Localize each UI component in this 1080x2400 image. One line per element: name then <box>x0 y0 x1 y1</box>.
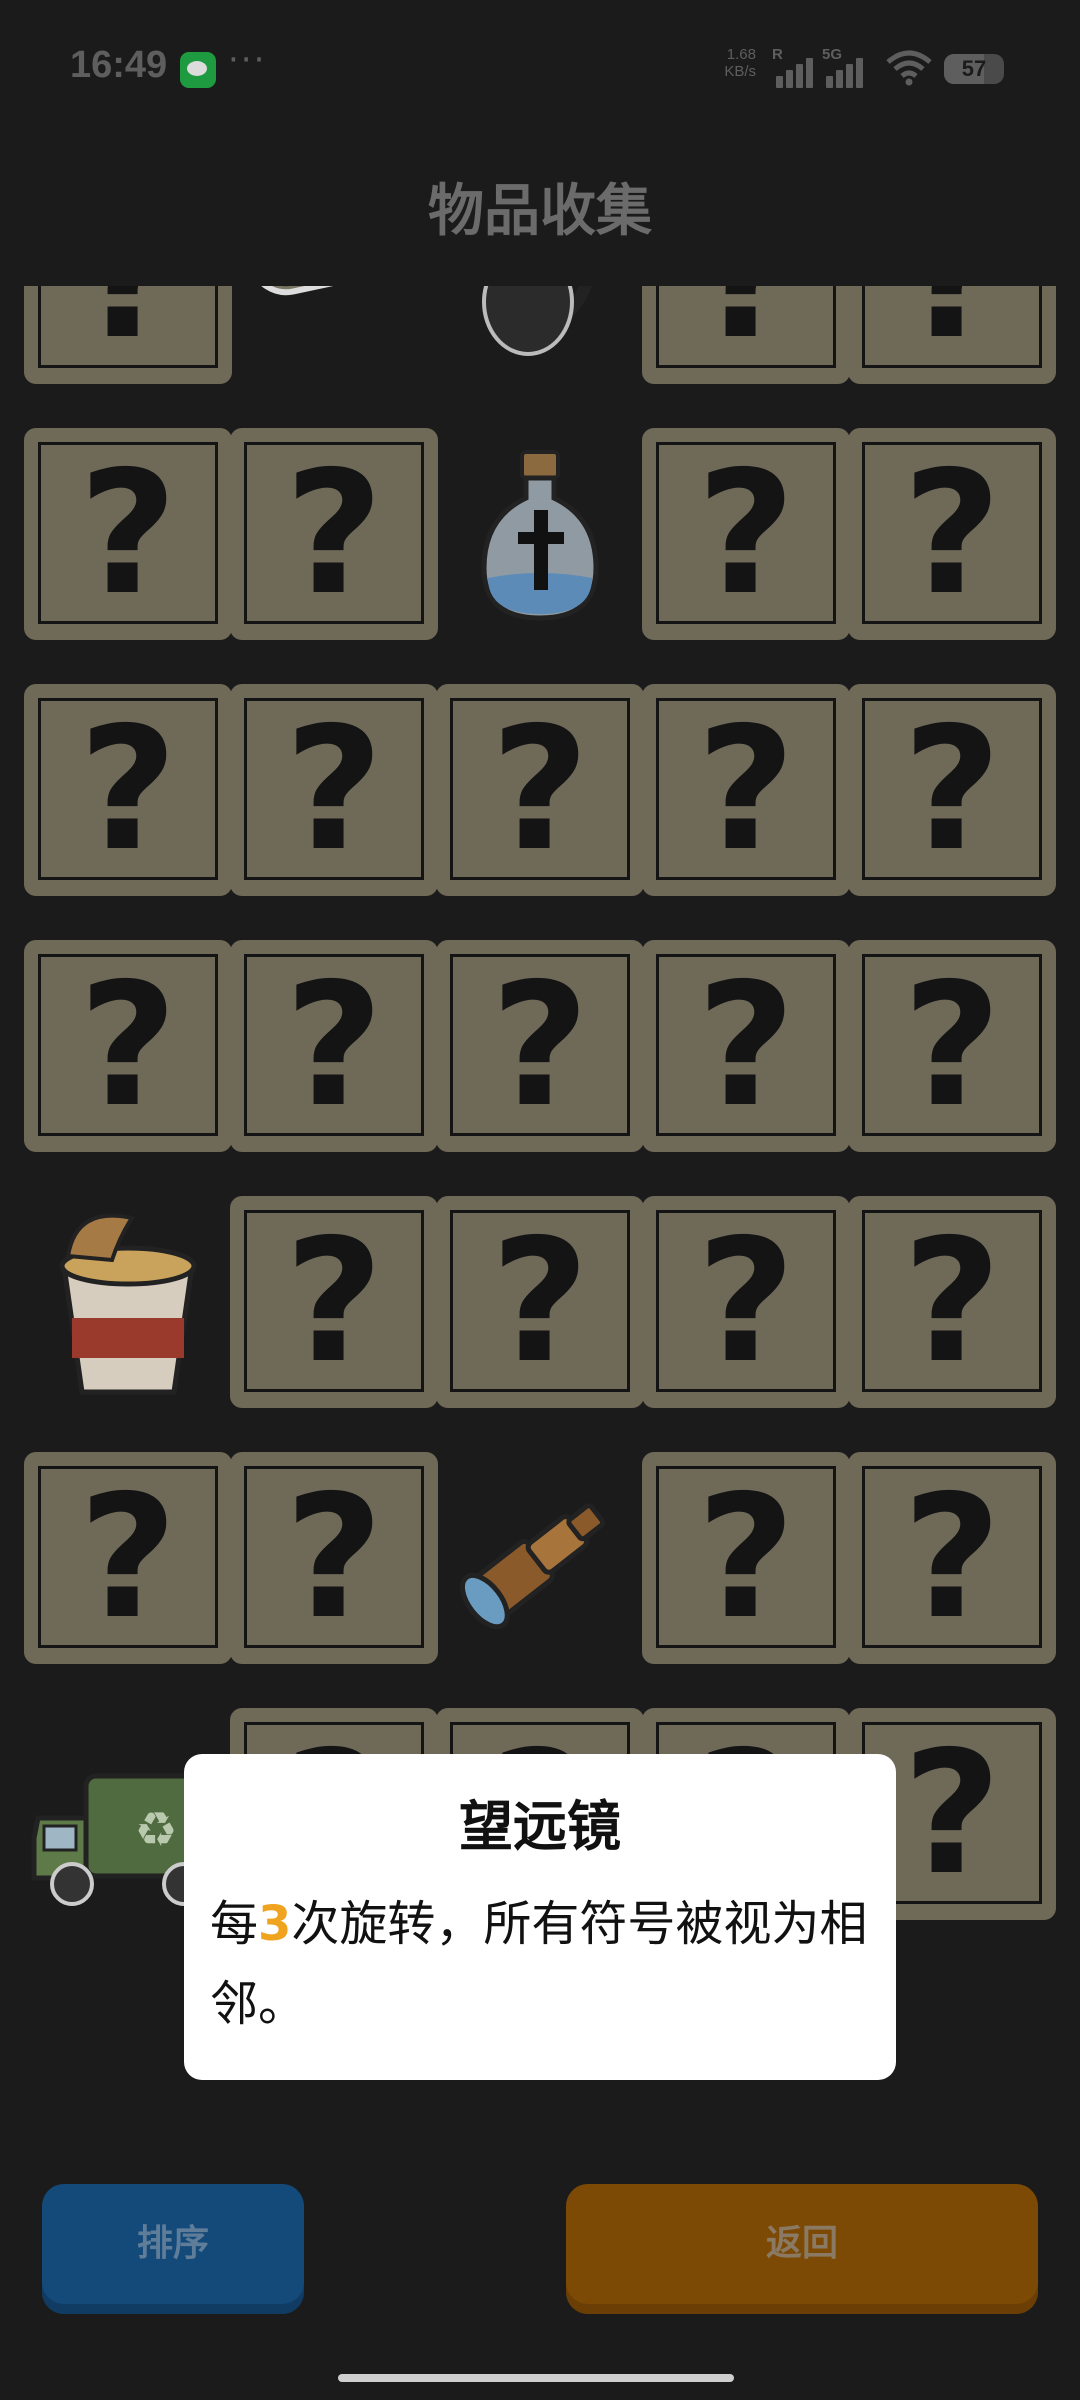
unknown-item-card[interactable]: ? <box>230 1196 438 1408</box>
question-mark-icon: ? <box>490 947 590 1145</box>
tooltip-description: 每3次旋转，所有符号被视为相邻。 <box>210 1884 870 2044</box>
question-mark-icon: ? <box>284 435 384 633</box>
question-mark-icon: ? <box>902 435 1002 633</box>
unknown-item-card[interactable]: ? <box>848 286 1056 384</box>
item-card-black-cat[interactable] <box>436 286 644 384</box>
item-card-instant-noodles[interactable] <box>24 1196 232 1408</box>
question-mark-icon: ? <box>902 947 1002 1145</box>
instant-noodles-icon <box>24 1196 232 1408</box>
unknown-item-card[interactable]: ? <box>642 684 850 896</box>
question-mark-icon: ? <box>902 1203 1002 1401</box>
question-mark-icon: ? <box>902 1459 1002 1657</box>
unknown-item-card[interactable]: ? <box>642 286 850 384</box>
question-mark-icon: ? <box>490 1203 590 1401</box>
question-mark-icon: ? <box>284 1459 384 1657</box>
unknown-item-card[interactable]: ? <box>436 1196 644 1408</box>
item-card-conveyor-belt[interactable] <box>230 286 438 384</box>
unknown-item-card[interactable]: ? <box>642 1196 850 1408</box>
question-mark-icon: ? <box>284 691 384 889</box>
unknown-item-card[interactable]: ? <box>642 428 850 640</box>
unknown-item-card[interactable]: ? <box>24 1452 232 1664</box>
question-mark-icon: ? <box>696 947 796 1145</box>
question-mark-icon: ? <box>78 435 178 633</box>
black-cat-icon <box>436 286 644 384</box>
unknown-item-card[interactable]: ? <box>24 286 232 384</box>
tooltip-desc-prefix: 每 <box>210 1896 259 1952</box>
question-mark-icon: ? <box>848 286 1056 384</box>
svg-text:♻: ♻ <box>134 1802 177 1858</box>
status-bar: 16:49 ··· 1.68 KB/s R 5G 57 <box>0 0 1080 140</box>
signal-icon: R <box>770 46 820 88</box>
item-tooltip: 望远镜 每3次旋转，所有符号被视为相邻。 <box>184 1754 896 2080</box>
page-title: 物品收集 <box>428 179 652 244</box>
question-mark-icon: ? <box>78 691 178 889</box>
back-button[interactable]: 返回 <box>566 2184 1038 2314</box>
signal-tag: R <box>772 46 783 63</box>
question-mark-icon: ? <box>696 1459 796 1657</box>
battery-indicator: 57 <box>944 54 1004 84</box>
unknown-item-card[interactable]: ? <box>436 684 644 896</box>
wifi-icon <box>886 50 932 86</box>
more-notifications-icon: ··· <box>228 40 267 80</box>
unknown-item-card[interactable]: ? <box>642 940 850 1152</box>
home-indicator[interactable] <box>338 2374 734 2382</box>
telescope-icon <box>436 1452 644 1664</box>
status-time: 16:49 <box>70 44 168 86</box>
signal-5g-icon: 5G <box>820 46 870 88</box>
unknown-item-card[interactable]: ? <box>848 428 1056 640</box>
conveyor-belt-icon <box>230 286 438 384</box>
unknown-item-card[interactable]: ? <box>230 428 438 640</box>
sort-button[interactable]: 排序 <box>42 2184 304 2314</box>
question-mark-icon: ? <box>78 947 178 1145</box>
unknown-item-card[interactable]: ? <box>848 1196 1056 1408</box>
tooltip-desc-suffix: 次旋转，所有符号被视为相邻。 <box>210 1896 868 2032</box>
unknown-item-card[interactable]: ? <box>642 1452 850 1664</box>
unknown-item-card[interactable]: ? <box>848 940 1056 1152</box>
question-mark-icon: ? <box>696 435 796 633</box>
question-mark-icon: ? <box>284 1203 384 1401</box>
holy-water-bottle-icon <box>436 428 644 640</box>
question-mark-icon: ? <box>642 286 850 384</box>
unknown-item-card[interactable]: ? <box>230 940 438 1152</box>
item-card-holy-water-bottle[interactable] <box>436 428 644 640</box>
question-mark-icon: ? <box>24 286 232 384</box>
battery-level: 57 <box>961 56 987 81</box>
unknown-item-card[interactable]: ? <box>230 684 438 896</box>
unknown-item-card[interactable]: ? <box>230 1452 438 1664</box>
unknown-item-card[interactable]: ? <box>24 940 232 1152</box>
network-speed: 1.68 KB/s <box>712 46 756 80</box>
tooltip-desc-number: 3 <box>258 1896 292 1952</box>
question-mark-icon: ? <box>696 1203 796 1401</box>
item-card-telescope[interactable] <box>436 1452 644 1664</box>
question-mark-icon: ? <box>78 1459 178 1657</box>
unknown-item-card[interactable]: ? <box>848 1452 1056 1664</box>
unknown-item-card[interactable]: ? <box>848 684 1056 896</box>
tooltip-title: 望远镜 <box>459 1795 621 1858</box>
unknown-item-card[interactable]: ? <box>24 684 232 896</box>
wechat-icon <box>180 52 216 88</box>
question-mark-icon: ? <box>284 947 384 1145</box>
unknown-item-card[interactable]: ? <box>436 940 644 1152</box>
network-speed-value: 1.68 <box>726 46 756 63</box>
question-mark-icon: ? <box>902 691 1002 889</box>
question-mark-icon: ? <box>490 691 590 889</box>
question-mark-icon: ? <box>696 691 796 889</box>
unknown-item-card[interactable]: ? <box>24 428 232 640</box>
signal-5g-tag: 5G <box>822 46 843 63</box>
network-speed-unit: KB/s <box>724 63 756 80</box>
